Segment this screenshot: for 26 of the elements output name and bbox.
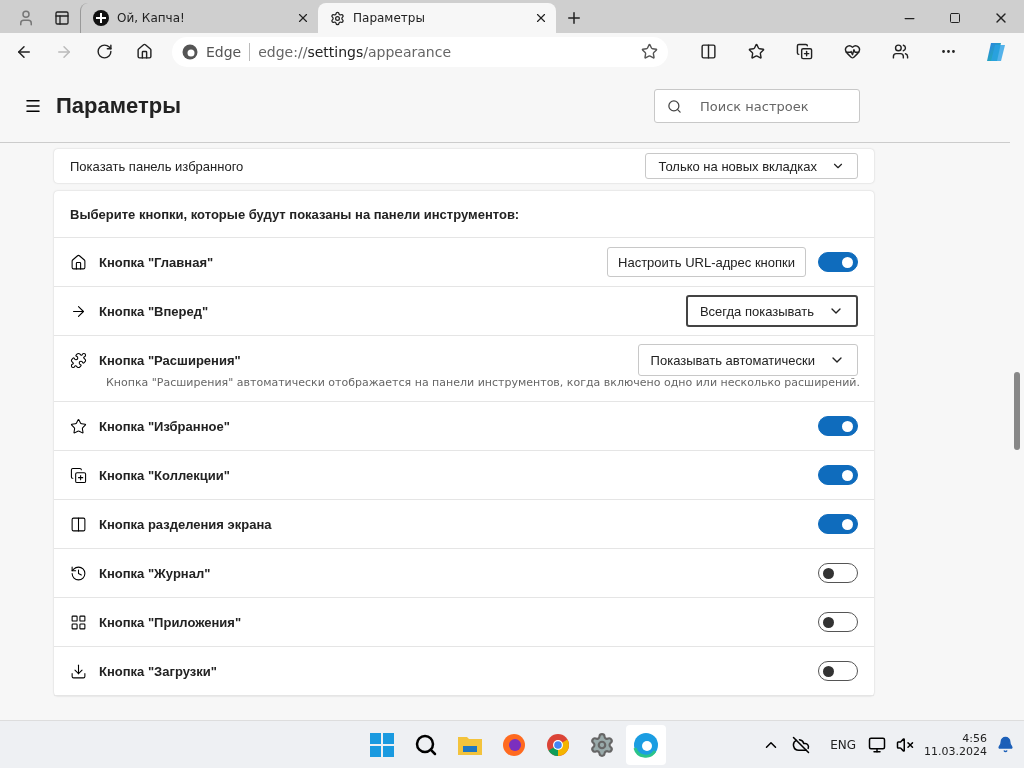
setting-label: Кнопка "Вперед" xyxy=(99,303,210,319)
clock[interactable]: 4:56 11.03.2024 xyxy=(918,731,993,758)
dropdown[interactable]: Только на новых вкладках xyxy=(645,153,858,179)
page-title: Параметры xyxy=(56,93,182,119)
search-field[interactable]: Поиск настроек xyxy=(654,89,860,123)
url-text: edge://settings/appearance xyxy=(258,43,452,60)
tab-title: Ой, Капча! xyxy=(117,11,186,25)
section-heading: Выберите кнопки, которые будут показаны на панели инструментов: xyxy=(54,191,874,238)
setting-label: Кнопка "Главная" xyxy=(99,254,215,270)
setting-label: Кнопка "Избранное" xyxy=(99,418,231,434)
setting-label: Кнопка "Расширения" xyxy=(99,352,242,368)
address-bar[interactable]: Edge edge://settings/appearance xyxy=(172,36,668,67)
setting-label: Кнопка разделения экрана xyxy=(99,516,273,532)
setting-description: Кнопка "Расширения" автоматически отображается на панели инструментов, когда включено одно или несколько расширений. xyxy=(105,376,858,391)
setting-label: Кнопка "Журнал" xyxy=(99,565,212,581)
setting-label: Кнопка "Загрузки" xyxy=(99,663,218,679)
setting-label: Кнопка "Коллекции" xyxy=(99,467,231,483)
dropdown[interactable]: Показывать автоматически xyxy=(637,344,858,376)
setting-label: Кнопка "Приложения" xyxy=(99,614,243,630)
browser-tab[interactable]: Параметры xyxy=(318,3,556,33)
tab-title: Параметры xyxy=(353,11,426,25)
customize-url-button[interactable]: Настроить URL-адрес кнопки xyxy=(607,247,806,277)
dropdown[interactable]: Всегда показывать xyxy=(685,295,858,327)
site-label: Edge xyxy=(206,43,242,60)
setting-label: Показать панель избранного xyxy=(70,158,245,174)
language-indicator[interactable]: ENG xyxy=(822,737,864,752)
